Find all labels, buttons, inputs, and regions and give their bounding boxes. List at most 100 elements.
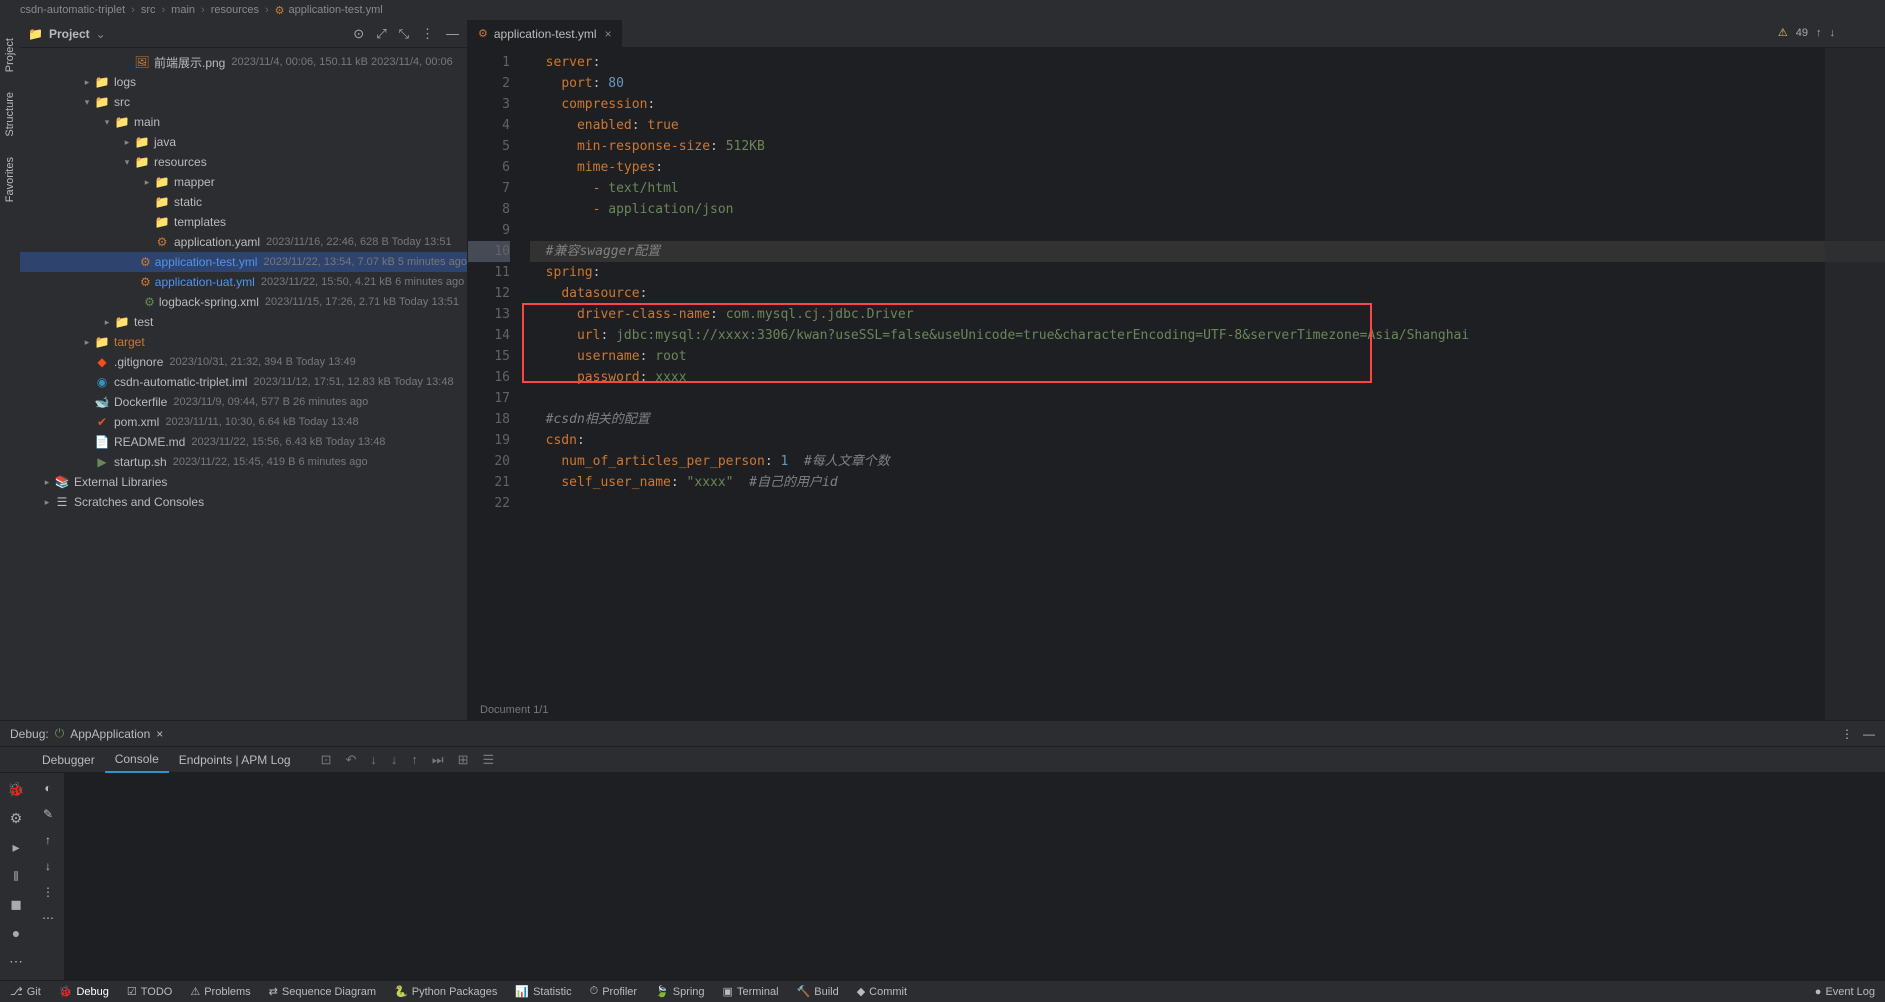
tool-rail-project[interactable]: Project	[4, 38, 16, 72]
breadcrumb-item[interactable]: csdn-automatic-triplet	[20, 4, 125, 16]
project-action-icon[interactable]: ⊙	[353, 26, 364, 42]
tree-arrow-icon[interactable]: ▸	[80, 77, 94, 88]
chevron-down-icon[interactable]: ⌄	[96, 27, 106, 41]
minimap[interactable]	[1825, 48, 1885, 720]
bottom-event-log[interactable]: ●Event Log	[1815, 986, 1875, 998]
debug-control-icon[interactable]: ↑	[45, 833, 51, 847]
tree-node[interactable]: 📁static	[20, 192, 467, 212]
tree-node[interactable]: ⚙logback-spring.xml2023/11/15, 17:26, 2.…	[20, 292, 467, 312]
code-line[interactable]: self_user_name: "xxxx" #自己的用户id	[530, 472, 1885, 493]
bottom-todo[interactable]: ☑TODO	[127, 985, 172, 998]
debug-tab-console[interactable]: Console	[105, 747, 169, 773]
bottom-profiler[interactable]: ⏱Profiler	[590, 985, 637, 998]
line-number[interactable]: 1	[468, 52, 510, 73]
code-line[interactable]: compression:	[530, 94, 1885, 115]
line-number[interactable]: 2	[468, 73, 510, 94]
line-number[interactable]: 17	[468, 388, 510, 409]
debug-tab-debugger[interactable]: Debugger	[32, 747, 105, 773]
debug-control-icon[interactable]: ⋯	[42, 911, 54, 925]
tree-node[interactable]: ▶startup.sh2023/11/22, 15:45, 419 B 6 mi…	[20, 452, 467, 472]
tree-node[interactable]: ✔pom.xml2023/11/11, 10:30, 6.64 kB Today…	[20, 412, 467, 432]
tree-node[interactable]: 📄README.md2023/11/22, 15:56, 6.43 kB Tod…	[20, 432, 467, 452]
project-action-icon[interactable]: —	[446, 26, 459, 42]
close-icon[interactable]: ×	[156, 727, 163, 741]
line-number[interactable]: 13	[468, 304, 510, 325]
minimize-icon[interactable]: —	[1863, 727, 1875, 741]
tree-node[interactable]: ▸📁test	[20, 312, 467, 332]
line-number[interactable]: 20	[468, 451, 510, 472]
line-number[interactable]: 3	[468, 94, 510, 115]
project-action-icon[interactable]: ⤢	[376, 26, 386, 42]
code-line[interactable]: num_of_articles_per_person: 1 #每人文章个数	[530, 451, 1885, 472]
debug-action-icon[interactable]: ↓	[391, 752, 398, 768]
code-line[interactable]	[530, 220, 1885, 241]
tree-node[interactable]: ▸📁mapper	[20, 172, 467, 192]
debug-control-icon[interactable]: ↓	[45, 859, 51, 873]
line-number[interactable]: 16	[468, 367, 510, 388]
code-line[interactable]: #csdn相关的配置	[530, 409, 1885, 430]
line-number[interactable]: 4	[468, 115, 510, 136]
bottom-problems[interactable]: ⚠Problems	[190, 985, 250, 998]
bottom-debug[interactable]: 🐞Debug	[59, 985, 109, 998]
line-number[interactable]: 18	[468, 409, 510, 430]
bottom-statistic[interactable]: 📊Statistic	[515, 985, 571, 998]
code-line[interactable]: password: xxxx	[530, 367, 1885, 388]
tree-node[interactable]: ▸📁logs	[20, 72, 467, 92]
tree-node[interactable]: ▾📁main	[20, 112, 467, 132]
project-tree[interactable]: 🖼前端展示.png2023/11/4, 00:06, 150.11 kB 202…	[20, 48, 467, 720]
tree-node[interactable]: ◉csdn-automatic-triplet.iml2023/11/12, 1…	[20, 372, 467, 392]
editor-tab[interactable]: ⚙ application-test.yml ×	[468, 20, 623, 47]
tree-arrow-icon[interactable]: ▾	[100, 117, 114, 128]
code-line[interactable]: datasource:	[530, 283, 1885, 304]
code-line[interactable]: - application/json	[530, 199, 1885, 220]
code-line[interactable]: min-response-size: 512KB	[530, 136, 1885, 157]
breadcrumb-item[interactable]: resources	[211, 4, 259, 16]
code-line[interactable]: enabled: true	[530, 115, 1885, 136]
code-area[interactable]: server: port: 80 compression: enabled: t…	[518, 48, 1885, 700]
line-number[interactable]: 7	[468, 178, 510, 199]
code-line[interactable]: port: 80	[530, 73, 1885, 94]
code-line[interactable]: spring:	[530, 262, 1885, 283]
debug-action-icon[interactable]: ↶	[346, 752, 357, 768]
tool-rail-structure[interactable]: Structure	[4, 92, 16, 137]
line-number[interactable]: 14	[468, 325, 510, 346]
more-icon[interactable]: ⋮	[1841, 727, 1853, 741]
tree-node[interactable]: ⚙application-uat.yml2023/11/22, 15:50, 4…	[20, 272, 467, 292]
line-gutter[interactable]: 12345678910111213141516171819202122	[468, 48, 518, 700]
code-line[interactable]: server:	[530, 52, 1885, 73]
line-number[interactable]: 12	[468, 283, 510, 304]
tree-node[interactable]: 📁templates	[20, 212, 467, 232]
code-line[interactable]: url: jdbc:mysql://xxxx:3306/kwan?useSSL=…	[530, 325, 1885, 346]
run-config[interactable]: ⏻ AppApplication ×	[55, 726, 164, 741]
tree-node[interactable]: ▸☰Scratches and Consoles	[20, 492, 467, 512]
line-number[interactable]: 19	[468, 430, 510, 451]
debug-control-icon[interactable]: ✎	[43, 807, 53, 821]
tool-rail-favorites[interactable]: Favorites	[4, 157, 16, 202]
debug-action-icon[interactable]: ⊞	[458, 752, 469, 768]
tree-arrow-icon[interactable]: ▸	[40, 477, 54, 488]
tree-node[interactable]: ▸📚External Libraries	[20, 472, 467, 492]
debug-action-icon[interactable]: ⏭	[432, 752, 444, 768]
debug-control-icon[interactable]: ‖	[13, 868, 19, 884]
code-line[interactable]: csdn:	[530, 430, 1885, 451]
tree-node[interactable]: ⚙application.yaml2023/11/16, 22:46, 628 …	[20, 232, 467, 252]
code-line[interactable]: username: root	[530, 346, 1885, 367]
debug-action-icon[interactable]: ⊡	[321, 752, 332, 768]
code-line[interactable]: #兼容swagger配置	[530, 241, 1885, 262]
prev-highlight-icon[interactable]: ↑	[1816, 27, 1822, 39]
line-number[interactable]: 10	[468, 241, 510, 262]
line-number[interactable]: 9	[468, 220, 510, 241]
code-line[interactable]: mime-types:	[530, 157, 1885, 178]
bottom-sequence-diagram[interactable]: ⇄Sequence Diagram	[269, 985, 376, 998]
tree-arrow-icon[interactable]: ▸	[100, 317, 114, 328]
code-line[interactable]	[530, 493, 1885, 514]
breadcrumb-item[interactable]: src	[141, 4, 156, 16]
debug-console[interactable]	[64, 773, 1885, 980]
project-action-icon[interactable]: ⤡	[399, 26, 409, 42]
code-inspections[interactable]: ⚠ 49 ↑ ↓	[1778, 26, 1835, 39]
code-line[interactable]: - text/html	[530, 178, 1885, 199]
code-line[interactable]: driver-class-name: com.mysql.cj.jdbc.Dri…	[530, 304, 1885, 325]
tree-arrow-icon[interactable]: ▸	[120, 137, 134, 148]
project-title[interactable]: Project	[49, 27, 90, 41]
debug-control-icon[interactable]: 🐞	[7, 781, 24, 798]
